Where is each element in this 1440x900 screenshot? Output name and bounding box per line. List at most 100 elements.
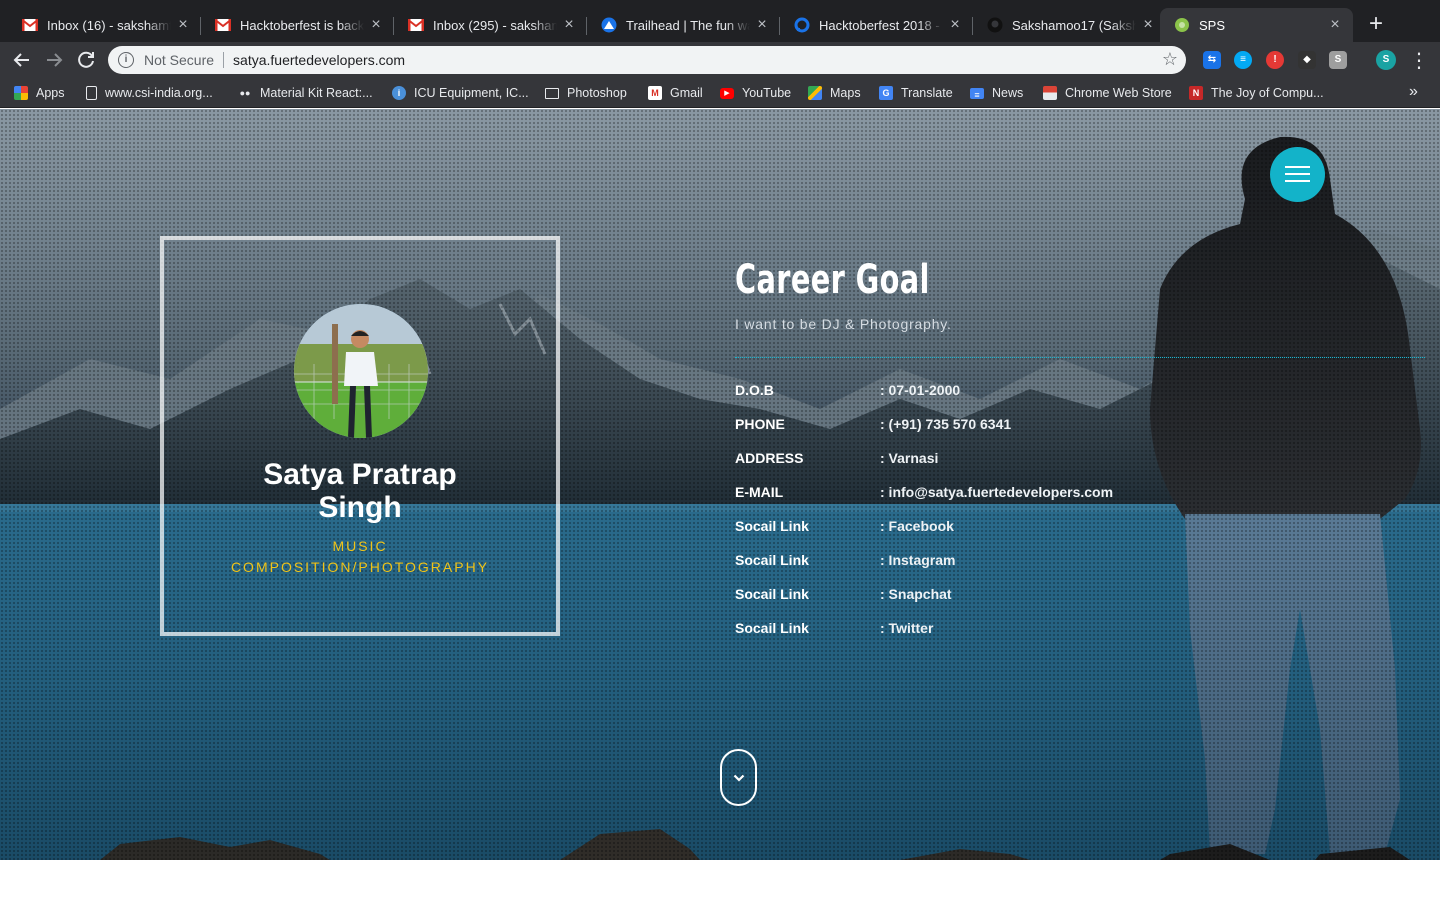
bookmark-folder[interactable]: Photoshop: [545, 84, 627, 102]
info-label: Socail Link: [735, 552, 809, 568]
bookmark-item[interactable]: i ICU Equipment, IC...: [392, 84, 529, 102]
info-row-email: E-MAIL : info@satya.fuertedevelopers.com: [735, 484, 1335, 506]
webstore-icon: [1043, 86, 1057, 100]
tab-title: Hacktoberfest is back.: [240, 17, 364, 33]
info-label: PHONE: [735, 416, 785, 432]
browser-tab-strip: Inbox (16) - sakshamfu × Hacktoberfest i…: [0, 0, 1440, 42]
twitter-link[interactable]: : Twitter: [880, 620, 933, 636]
browser-toolbar: i Not Secure satya.fuertedevelopers.com …: [0, 42, 1440, 78]
bookmark-label: Photoshop: [567, 86, 627, 100]
bookmarks-overflow-button[interactable]: »: [1409, 83, 1418, 101]
url-text[interactable]: satya.fuertedevelopers.com: [233, 52, 405, 68]
close-icon[interactable]: ×: [1323, 16, 1347, 34]
trailhead-icon: [601, 17, 617, 33]
forward-button[interactable]: [41, 47, 67, 73]
bookmark-star-icon[interactable]: ☆: [1162, 49, 1178, 70]
bookmark-label: Material Kit React:...: [260, 86, 373, 100]
site-icon: [1174, 17, 1190, 33]
extension-3-icon[interactable]: !: [1266, 51, 1284, 69]
browser-tab[interactable]: Hacktoberfest 2018 - I ×: [780, 8, 973, 42]
chevron-down-icon: [733, 774, 745, 782]
info-label: D.O.B: [735, 382, 774, 398]
profile-card: Satya Pratrap Singh MUSIC COMPOSITION/PH…: [160, 236, 560, 636]
bookmark-item[interactable]: Maps: [808, 84, 861, 102]
gmail-icon: [408, 17, 424, 33]
close-icon[interactable]: ×: [1136, 16, 1160, 34]
reload-button[interactable]: [73, 47, 99, 73]
bookmark-item[interactable]: ≡ News: [970, 84, 1023, 102]
tab-title: SPS: [1199, 17, 1226, 33]
bookmark-label: Maps: [830, 86, 861, 100]
extension-4-icon[interactable]: ◆: [1298, 51, 1316, 69]
career-goal-text: I want to be DJ & Photography.: [735, 316, 952, 332]
bookmark-label: Translate: [901, 86, 953, 100]
browser-tab-active[interactable]: SPS ×: [1160, 8, 1353, 42]
browser-tab[interactable]: Inbox (16) - sakshamfu ×: [8, 8, 201, 42]
profile-avatar[interactable]: S: [1376, 50, 1396, 70]
profile-photo: [294, 304, 428, 438]
address-bar[interactable]: i Not Secure satya.fuertedevelopers.com …: [108, 46, 1186, 74]
browser-tab[interactable]: Inbox (295) - saksham ×: [394, 8, 587, 42]
bookmark-item[interactable]: M Gmail: [648, 84, 703, 102]
close-icon[interactable]: ×: [364, 16, 388, 34]
bookmark-label: Apps: [36, 86, 65, 100]
page-icon: [86, 86, 97, 100]
bookmark-item[interactable]: www.csi-india.org...: [86, 84, 213, 102]
profile-profession: MUSIC COMPOSITION/PHOTOGRAPHY: [164, 536, 556, 578]
bookmark-label: Gmail: [670, 86, 703, 100]
menu-kebab-icon[interactable]: ⋮: [1409, 48, 1429, 73]
info-icon[interactable]: i: [118, 52, 134, 68]
info-value: : Varnasi: [880, 450, 939, 466]
bookmark-item[interactable]: G Translate: [879, 84, 953, 102]
info-row-social-twitter: Socail Link : Twitter: [735, 620, 1335, 642]
browser-tab[interactable]: Sakshamoo17 (Saksha ×: [973, 8, 1166, 42]
bookmark-item[interactable]: ▶ YouTube: [720, 84, 791, 102]
gmail-icon: M: [648, 86, 662, 100]
hamburger-menu-button[interactable]: [1270, 147, 1325, 202]
facebook-link[interactable]: : Facebook: [880, 518, 954, 534]
email-link[interactable]: : info@satya.fuertedevelopers.com: [880, 484, 1113, 500]
bookmark-item[interactable]: N The Joy of Compu...: [1189, 84, 1324, 102]
info-label: Socail Link: [735, 620, 809, 636]
new-tab-button[interactable]: +: [1364, 10, 1388, 38]
section-divider: [735, 357, 1425, 358]
menu-line: [1285, 180, 1310, 182]
security-label: Not Secure: [144, 52, 215, 68]
hero-section: Satya Pratrap Singh MUSIC COMPOSITION/PH…: [0, 109, 1440, 860]
extension-1-icon[interactable]: ⇆: [1203, 51, 1221, 69]
github-icon: [987, 17, 1003, 33]
browser-tab[interactable]: Hacktoberfest is back. ×: [201, 8, 394, 42]
maps-icon: [808, 86, 822, 100]
mask-icon: ●●: [239, 88, 251, 98]
bookmark-label: YouTube: [742, 86, 792, 100]
snapchat-link[interactable]: : Snapchat: [880, 586, 952, 602]
bookmark-item[interactable]: ●● Material Kit React:...: [238, 84, 373, 102]
profession-line2: COMPOSITION/PHOTOGRAPHY: [230, 559, 490, 575]
tab-title: Sakshamoo17 (Saksha: [1012, 17, 1136, 33]
forward-arrow-icon: [47, 53, 63, 67]
bookmark-item[interactable]: Chrome Web Store: [1043, 84, 1172, 102]
info-row-phone: PHONE : (+91) 735 570 6341: [735, 416, 1335, 438]
info-row-dob: D.O.B : 07-01-2000: [735, 382, 1335, 404]
info-row-address: ADDRESS : Varnasi: [735, 450, 1335, 472]
bookmark-label: The Joy of Compu...: [1211, 86, 1324, 100]
reload-icon: [78, 51, 94, 68]
info-row-social-instagram: Socail Link : Instagram: [735, 552, 1335, 574]
bookmark-apps[interactable]: Apps: [14, 84, 65, 102]
browser-tab[interactable]: Trailhead | The fun wa ×: [587, 8, 780, 42]
profile-name: Satya Pratrap Singh: [164, 458, 556, 524]
bookmark-label: News: [992, 86, 1024, 100]
close-icon[interactable]: ×: [750, 16, 774, 34]
scroll-down-button[interactable]: [720, 749, 757, 806]
extension-5-icon[interactable]: S: [1329, 51, 1347, 69]
close-icon[interactable]: ×: [171, 16, 195, 34]
back-arrow-icon: [13, 53, 29, 67]
instagram-link[interactable]: : Instagram: [880, 552, 955, 568]
digitalocean-icon: [794, 17, 810, 33]
close-icon[interactable]: ×: [943, 16, 967, 34]
close-icon[interactable]: ×: [557, 16, 581, 34]
youtube-icon: ▶: [720, 87, 734, 99]
info-label: Socail Link: [735, 518, 809, 534]
extension-2-icon[interactable]: ≡: [1234, 51, 1252, 69]
back-button[interactable]: [9, 47, 35, 73]
